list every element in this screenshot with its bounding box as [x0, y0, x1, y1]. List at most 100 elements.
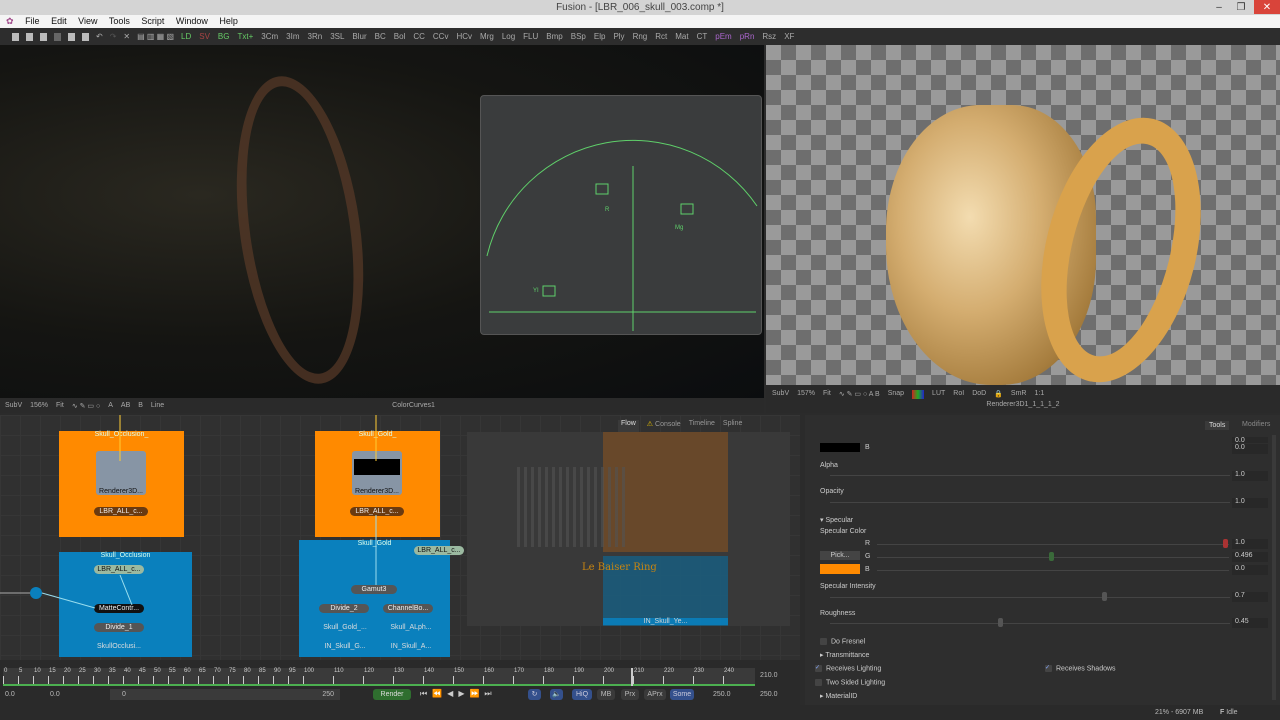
- hiq-button[interactable]: HiQ: [572, 689, 592, 700]
- smr-button[interactable]: SmR: [1011, 390, 1027, 399]
- render-button[interactable]: Render: [373, 689, 411, 700]
- b-value[interactable]: 0.0: [1232, 565, 1268, 575]
- r-value[interactable]: 1.0: [1232, 539, 1268, 549]
- flow-editor[interactable]: Skull_Occlusion_ Renderer3D... LBR_ALL_c…: [0, 415, 800, 660]
- flow-navigator[interactable]: Le Baiser Ring IN_Skull_Ye...: [467, 432, 790, 626]
- some-button[interactable]: Some: [670, 689, 694, 700]
- layout-icon[interactable]: ▤ ▥ ▦ ▧: [137, 32, 174, 41]
- zoom-level[interactable]: 156%: [30, 402, 48, 409]
- ab-buffer-button[interactable]: AB: [121, 402, 130, 409]
- paste-icon[interactable]: [82, 32, 89, 41]
- tab-modifiers[interactable]: Modifiers: [1242, 421, 1270, 428]
- tab-flow[interactable]: Flow: [618, 420, 639, 432]
- global-start[interactable]: 0.0: [5, 691, 15, 698]
- prx-button[interactable]: Prx: [621, 689, 639, 700]
- new-icon[interactable]: [12, 32, 19, 41]
- channel-icon[interactable]: [912, 390, 925, 399]
- blue-slider[interactable]: [877, 570, 1229, 571]
- tool-button-3cm[interactable]: 3Cm: [261, 32, 278, 41]
- tool-button-rng[interactable]: Rng: [633, 32, 648, 41]
- red-slider-knob[interactable]: [1223, 539, 1228, 548]
- range-slider[interactable]: 0 250: [110, 689, 340, 700]
- tool-button-cc[interactable]: CC: [413, 32, 425, 41]
- red-slider[interactable]: [877, 544, 1229, 545]
- lut-button[interactable]: LUT: [932, 390, 945, 399]
- tool-button-bc[interactable]: BC: [375, 32, 386, 41]
- tool-button-bg[interactable]: BG: [218, 32, 230, 41]
- open-icon[interactable]: [26, 32, 33, 41]
- pick-button[interactable]: Pick...: [820, 551, 860, 560]
- tool-button-3rn[interactable]: 3Rn: [308, 32, 323, 41]
- aprx-button[interactable]: APrx: [644, 689, 666, 700]
- menu-help[interactable]: Help: [219, 16, 238, 26]
- tool-button-pem[interactable]: pEm: [715, 32, 731, 41]
- opacity-slider[interactable]: [830, 502, 1230, 503]
- tool-button-xf[interactable]: XF: [784, 32, 794, 41]
- tool-button-rsz[interactable]: Rsz: [762, 32, 776, 41]
- material-id-section[interactable]: ▸ MaterialID: [820, 692, 857, 700]
- menu-tools[interactable]: Tools: [109, 16, 130, 26]
- line-mode[interactable]: Line: [151, 402, 164, 409]
- menu-file[interactable]: File: [25, 16, 40, 26]
- tab-timeline[interactable]: Timeline: [689, 420, 715, 432]
- mb-button[interactable]: MB: [597, 689, 615, 700]
- minimize-button[interactable]: –: [1208, 0, 1230, 14]
- receives-lighting-checkbox[interactable]: ✓ Receives Lighting: [815, 665, 881, 672]
- tool-button-3im[interactable]: 3Im: [286, 32, 299, 41]
- tool-button-elp[interactable]: Elp: [594, 32, 606, 41]
- lock-icon[interactable]: 🔒: [994, 390, 1003, 399]
- inspector-scrollbar[interactable]: [1272, 435, 1276, 700]
- roughness-slider[interactable]: [830, 623, 1230, 624]
- b-buffer-button[interactable]: B: [138, 402, 143, 409]
- fit-button[interactable]: Fit: [56, 402, 64, 409]
- tool-button-3sl[interactable]: 3SL: [330, 32, 344, 41]
- ratio-button[interactable]: 1:1: [1034, 390, 1044, 399]
- intensity-knob[interactable]: [1102, 592, 1107, 601]
- tool-button-txt[interactable]: Txt+: [237, 32, 253, 41]
- alpha-value[interactable]: 1.0: [1232, 471, 1268, 481]
- a-buffer-button[interactable]: A: [108, 402, 113, 409]
- render-start[interactable]: 0.0: [50, 691, 60, 698]
- specular-intensity-value[interactable]: 0.7: [1232, 592, 1268, 602]
- do-fresnel-checkbox[interactable]: Do Fresnel: [820, 638, 865, 645]
- right-viewer[interactable]: [766, 45, 1280, 385]
- specular-section[interactable]: ▾ Specular: [820, 516, 853, 524]
- zoom-level[interactable]: 157%: [797, 390, 815, 399]
- render-end[interactable]: 250.0: [713, 691, 731, 698]
- time-ruler[interactable]: 0 5 10 15 20 25 30 35 40 45 50 55 60 65 70 75 80 85 90 95 10…: [3, 668, 755, 686]
- receives-shadows-checkbox[interactable]: ✓ Receives Shadows: [1045, 665, 1116, 672]
- tool-button-ccv[interactable]: CCv: [433, 32, 449, 41]
- copy-icon[interactable]: [68, 32, 75, 41]
- roi-button[interactable]: RoI: [953, 390, 964, 399]
- loop-icon[interactable]: ↻: [528, 689, 541, 700]
- roughness-value[interactable]: 0.45: [1232, 618, 1268, 628]
- transport-controls[interactable]: ⏮⏪◀▶⏩⏭: [420, 689, 497, 699]
- green-slider-knob[interactable]: [1049, 552, 1054, 561]
- snap-button[interactable]: Snap: [888, 390, 904, 399]
- specular-color-swatch[interactable]: [820, 564, 860, 574]
- subview-button[interactable]: SubV: [772, 390, 789, 399]
- current-time[interactable]: 210.0: [760, 672, 778, 679]
- undo-icon[interactable]: ↶: [96, 32, 103, 41]
- tool-button-bol[interactable]: Bol: [394, 32, 406, 41]
- tool-button-ply[interactable]: Ply: [613, 32, 624, 41]
- menu-window[interactable]: Window: [176, 16, 208, 26]
- specular-intensity-slider[interactable]: [830, 597, 1230, 598]
- tool-button-blur[interactable]: Blur: [352, 32, 366, 41]
- menu-edit[interactable]: Edit: [51, 16, 67, 26]
- g-value[interactable]: 0.496: [1232, 552, 1268, 562]
- close-button[interactable]: ✕: [1254, 0, 1280, 14]
- tab-spline[interactable]: Spline: [723, 420, 742, 432]
- dod-button[interactable]: DoD: [972, 390, 986, 399]
- transmittance-section[interactable]: ▸ Transmittance: [820, 651, 869, 659]
- redo-icon[interactable]: ↷: [110, 32, 117, 41]
- b-value[interactable]: 0.0: [1232, 444, 1268, 454]
- tool-button-mrg[interactable]: Mrg: [480, 32, 494, 41]
- menu-view[interactable]: View: [78, 16, 97, 26]
- save-icon[interactable]: [40, 32, 47, 41]
- tool-button-log[interactable]: Log: [502, 32, 515, 41]
- maximize-button[interactable]: ❐: [1230, 0, 1252, 14]
- draw-tools-icon[interactable]: ∿ ✎ ▭ ○: [72, 402, 100, 410]
- g-value[interactable]: 0.0: [1232, 437, 1268, 443]
- tab-console[interactable]: ⚠ Console: [647, 420, 681, 432]
